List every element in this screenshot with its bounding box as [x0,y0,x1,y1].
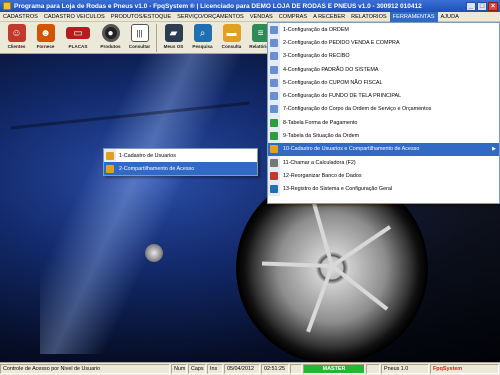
document-icon [270,92,278,101]
users-icon [270,145,278,154]
toolbar-pesquisa-button[interactable]: ⌕ Pesquisa [188,22,217,53]
document-icon [270,25,278,34]
status-version: Pneus 1.0 [381,364,429,374]
status-caps-lock: Caps [188,364,206,374]
menu-item-configuracao-cupom[interactable]: 5-Configuração do CUPOM NÃO FISCAL [268,76,499,90]
toolbar-label: Meus OS [163,44,184,49]
document-icon [270,78,278,87]
menu-a-receber[interactable]: A RECEBER [310,12,348,22]
title-bar: Programa para Loja de Rodas e Pneus v1.0… [0,0,500,12]
document-icon [270,65,278,74]
menu-vendas[interactable]: VENDAS [247,12,276,22]
users-icon [106,151,114,160]
status-insert: Ins [207,364,223,374]
status-bar: Controle de Acesso por Nivel de Usuario … [0,362,500,375]
folder-icon: ▬ [222,24,241,42]
menu-servico-orcamentos[interactable]: SERVIÇO/ORÇAMENTOS [174,12,247,22]
toolbar-label: Clientes [7,44,26,49]
maximize-button[interactable]: □ [477,1,487,11]
status-blank [290,364,302,374]
toolbar-placas-button[interactable]: ▭ PLACAS [60,22,96,53]
window-controls: _ □ × [466,1,498,11]
submenu-arrow-icon: ▶ [492,146,496,153]
person-icon: ☺ [7,24,26,42]
toolbar-meus-os-button[interactable]: ▰ Meus OS [159,22,188,53]
submenu-item-compartilhamento-acesso[interactable]: 2-Compartilhamento de Acesso [104,162,257,175]
window-title: Programa para Loja de Rodas e Pneus v1.0… [14,2,422,10]
menu-item-reorganizar-banco[interactable]: 12-Reorganizar Banco de Dados [268,169,499,183]
menu-item-configuracao-pedido[interactable]: 2-Configuração do PEDIDO VENDA E COMPRA [268,36,499,50]
menu-item-configuracao-corpo-ordem[interactable]: 7-Configuração do Corpo da Ordem de Serv… [268,102,499,117]
menu-compras[interactable]: COMPRAS [276,12,310,22]
menu-cadastro-veiculos[interactable]: CADASTRO VEICULOS [41,12,108,22]
document-icon [270,38,278,47]
status-time: 02:51:25 [261,364,289,374]
share-icon [106,164,114,173]
tire-icon: ● [101,24,120,42]
checkmark-icon [270,118,278,127]
menu-produtos-estoque[interactable]: PRODUTOS/ESTOQUE [108,12,174,22]
status-master-badge: MASTER [303,364,365,374]
menu-cadastros[interactable]: CADASTROS [0,12,41,22]
menu-relatorios[interactable]: RELATORIOS [348,12,390,22]
barcode-icon: ||| [130,24,149,42]
menu-item-forma-pagamento[interactable]: 8-Tabela Forma de Pagamento [268,116,499,130]
menu-item-configuracao-ordem[interactable]: 1-Configuração da ORDEM [268,23,499,37]
toolbar-label: Pesquisa [192,44,213,49]
menu-item-configuracao-fundo-tela[interactable]: 6-Configuração do FUNDO DE TELA PRINCIPA… [268,89,499,103]
toolbar-consultar-button[interactable]: ||| Consultar [125,22,154,53]
close-button[interactable]: × [488,1,498,11]
menu-ajuda[interactable]: AJUDA [438,12,462,22]
toolbar-label: Produtos [100,44,121,49]
calculator-icon [270,158,278,167]
menu-item-registro-sistema[interactable]: 13-Registro do Sistema e Configuração Ge… [268,182,499,196]
toolbar-produtos-button[interactable]: ● Produtos [96,22,125,53]
car-body-reflection [40,54,240,354]
menu-item-configuracao-padrao[interactable]: 4-Configuração PADRÃO DO SISTEMA [268,62,499,77]
search-icon: ⌕ [193,24,212,42]
submenu-item-cadastro-usuarios[interactable]: 1-Cadastro de Usuarios [104,149,257,162]
menu-item-situacao-ordem[interactable]: 9-Tabela da Situação da Ordem [268,129,499,143]
toolbar-separator [156,24,157,52]
supplier-icon: ☻ [36,24,55,42]
document-icon [270,52,278,61]
app-icon [3,2,11,10]
toolbar-label: Consultar [128,44,151,49]
menu-bar: CADASTROS CADASTRO VEICULOS PRODUTOS/EST… [0,11,500,22]
ferramentas-dropdown-menu: 1-Configuração da ORDEM 2-Configuração d… [267,22,500,204]
toolbar-clientes-button[interactable]: ☺ Clientes [2,22,31,53]
status-brand: FpqSystem [430,364,499,374]
status-date: 05/04/2012 [224,364,260,374]
status-blank [366,364,380,374]
car-emblem [145,244,163,262]
checkmark-icon [270,132,278,141]
menu-item-configuracao-recibo[interactable]: 3-Configuração do RECIBO [268,49,499,63]
usuarios-submenu: 1-Cadastro de Usuarios 2-Compartilhament… [103,148,258,176]
toolbar-label: Consulta [221,44,242,49]
status-message: Controle de Acesso por Nivel de Usuario [0,364,170,374]
toolbar-consulta-button[interactable]: ▬ Consulta [217,22,246,53]
toolbar-label: PLACAS [68,44,88,49]
menu-item-cadastro-usuarios[interactable]: 10-Cadastro de Usuarios e Compartilhamen… [268,142,499,156]
menu-item-calculadora[interactable]: 11-Chamar a Calculadora (F2) [268,155,499,170]
toolbar-fornece-button[interactable]: ☻ Fornece [31,22,60,53]
minimize-button[interactable]: _ [466,1,476,11]
menu-ferramentas[interactable]: FERRAMENTAS [389,11,438,22]
toolbar-label: Fornece [36,44,55,49]
status-num-lock: Num [171,364,187,374]
database-icon [270,171,278,180]
document-icon [270,105,278,114]
key-icon [270,185,278,194]
plate-icon: ▭ [66,27,90,39]
car-icon: ▰ [164,24,183,42]
